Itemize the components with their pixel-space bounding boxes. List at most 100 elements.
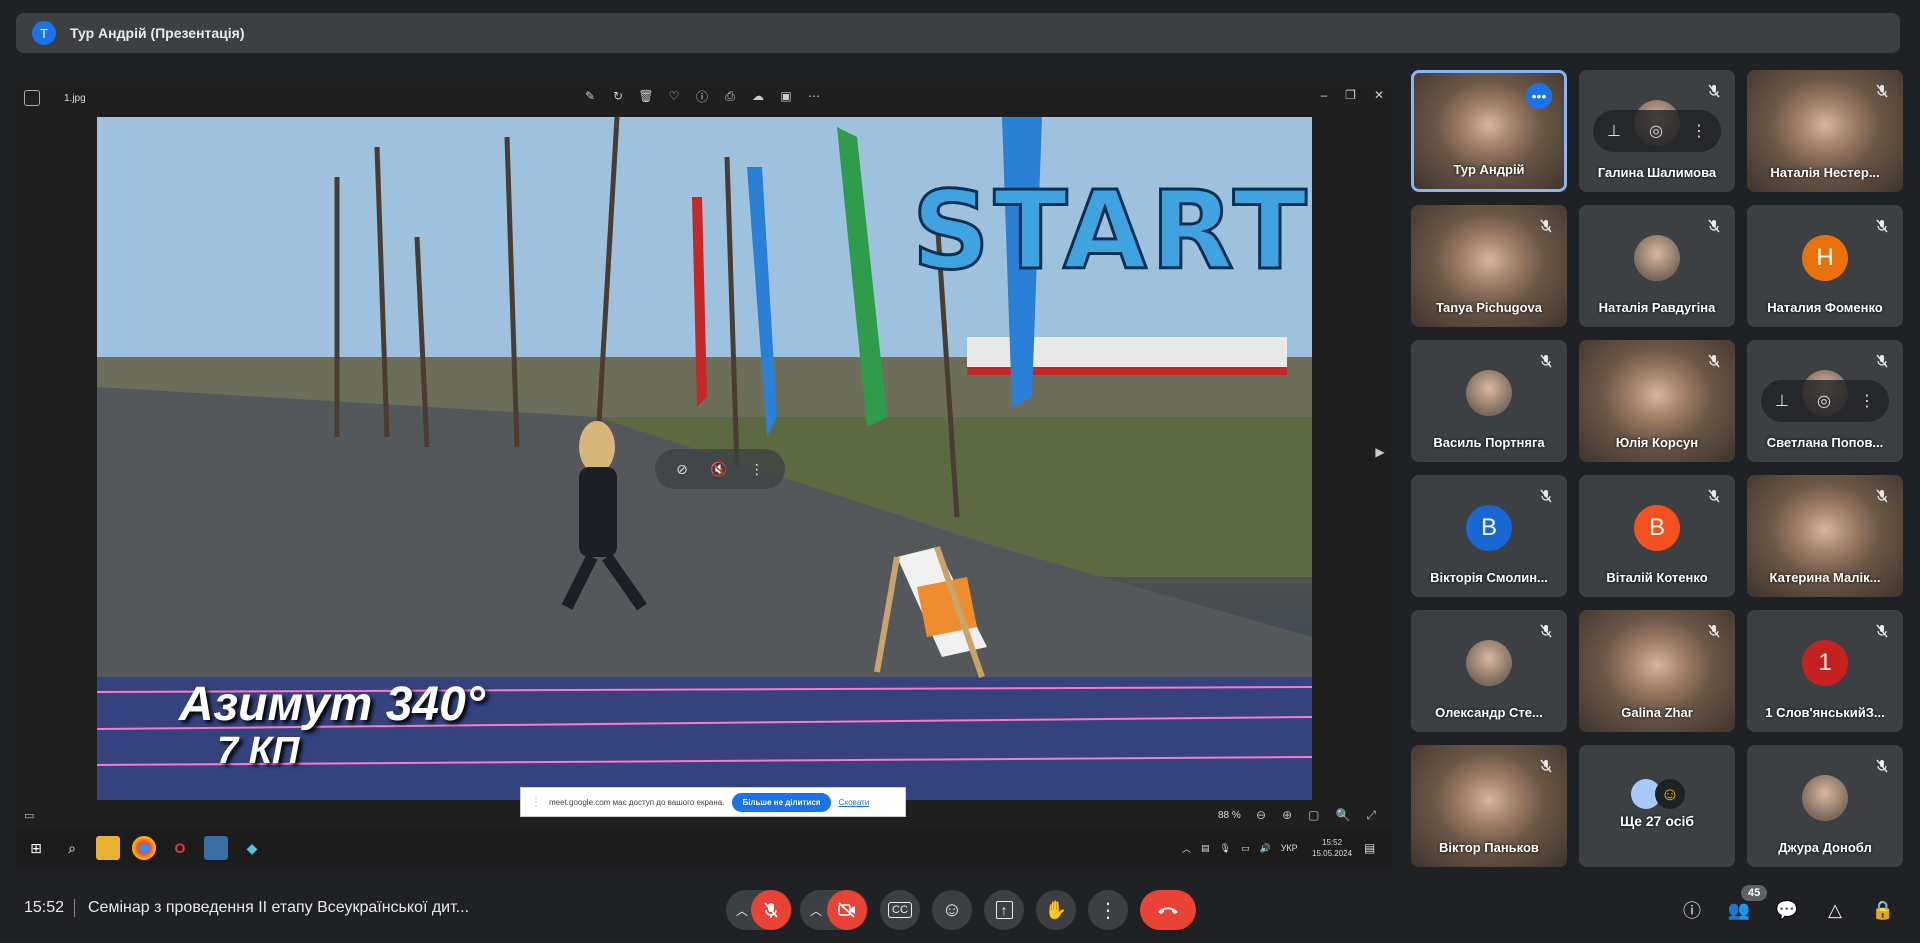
- maximize-icon[interactable]: ❐: [1345, 88, 1356, 102]
- divider: [74, 899, 75, 917]
- minimize-icon[interactable]: –: [1320, 88, 1327, 102]
- participant-tile[interactable]: Galina Zhar: [1579, 610, 1735, 732]
- tile-options-icon[interactable]: •••: [1526, 83, 1552, 109]
- next-image-icon[interactable]: ▶: [1368, 438, 1392, 466]
- notice-grip-icon: ⋮: [531, 796, 541, 808]
- leave-call-button[interactable]: [1140, 890, 1196, 930]
- mute-off-icon[interactable]: 🔇: [710, 461, 727, 478]
- info-icon[interactable]: ⓘ: [694, 88, 710, 104]
- participant-tile[interactable]: В Вікторія Смолин...: [1411, 475, 1567, 597]
- participant-tile[interactable]: Олександр Сте...: [1411, 610, 1567, 732]
- editor-icon[interactable]: ▣: [778, 88, 794, 104]
- more-options-button[interactable]: ⋮: [1088, 890, 1128, 930]
- hide-notice-link[interactable]: Сховати: [839, 798, 870, 807]
- participant-tile[interactable]: Василь Портняга: [1411, 340, 1567, 462]
- filmstrip-icon[interactable]: ▭: [24, 809, 34, 822]
- activities-icon[interactable]: △: [1821, 896, 1849, 924]
- photos-app-icon: [24, 90, 40, 106]
- tray-chevron-icon[interactable]: ︿: [1182, 842, 1191, 855]
- participant-tile[interactable]: ☺ Ще 27 осіб: [1579, 745, 1735, 867]
- app-taskbar-icon[interactable]: ◆: [240, 836, 264, 860]
- edit-icon[interactable]: ✎: [582, 88, 598, 104]
- reactions-button[interactable]: ☺: [932, 890, 972, 930]
- participant-name: 1 Слов'янськийЗ...: [1765, 705, 1885, 720]
- presenter-avatar: T: [32, 21, 56, 45]
- participant-tile[interactable]: ••• Тур Андрій: [1411, 70, 1567, 192]
- fullscreen-icon[interactable]: ⤢: [1366, 808, 1376, 823]
- meeting-control-bar: 15:52 Семінар з проведення ІІ етапу Всеу…: [0, 880, 1920, 943]
- more-vert-icon[interactable]: ⋮: [750, 461, 764, 478]
- muted-mic-icon: [1707, 489, 1721, 503]
- hand-icon: ✋: [1044, 899, 1068, 920]
- participant-tile[interactable]: Юлія Корсун: [1579, 340, 1735, 462]
- rotate-icon[interactable]: ↻: [610, 88, 626, 104]
- opera-icon[interactable]: O: [168, 836, 192, 860]
- camera-button[interactable]: [827, 890, 867, 930]
- chrome-icon[interactable]: [132, 836, 156, 860]
- captions-button[interactable]: CC: [880, 890, 920, 930]
- participant-tile[interactable]: Катерина Малік...: [1747, 475, 1903, 597]
- cloud-icon[interactable]: ☁: [750, 88, 766, 104]
- microphone-button[interactable]: [751, 890, 791, 930]
- tray-volume-icon[interactable]: 🔊: [1259, 843, 1270, 854]
- participant-tile[interactable]: Наталія Нестер...: [1747, 70, 1903, 192]
- raise-hand-button[interactable]: ✋: [1036, 890, 1076, 930]
- windows-start-icon[interactable]: ⊞: [24, 836, 48, 860]
- participant-name: Светлана Попов...: [1766, 435, 1884, 450]
- smile-avatar-icon: ☺: [1655, 779, 1685, 809]
- more-vert-icon[interactable]: ⋮: [1859, 391, 1875, 411]
- host-controls-icon[interactable]: 🔒: [1869, 896, 1897, 924]
- present-screen-icon: ↑: [995, 901, 1013, 919]
- participant-tile[interactable]: В Віталій Котенко: [1579, 475, 1735, 597]
- taskbar-clock[interactable]: 15:52 15.05.2024: [1312, 837, 1352, 859]
- participant-tile[interactable]: ⊥ ◎ ⋮ Галина Шалимова: [1579, 70, 1735, 192]
- notifications-icon[interactable]: ▤: [1364, 841, 1375, 855]
- meeting-info-icon[interactable]: ⓘ: [1678, 896, 1706, 924]
- muted-mic-icon: [1539, 354, 1553, 368]
- tray-app-icon[interactable]: ▤: [1201, 843, 1210, 854]
- photos-taskbar-icon[interactable]: [204, 836, 228, 860]
- present-button[interactable]: ↑: [984, 890, 1024, 930]
- participant-tile[interactable]: Н Наталия Фоменко: [1747, 205, 1903, 327]
- muted-mic-icon: [1875, 219, 1889, 233]
- more-icon[interactable]: ⋯: [806, 88, 822, 104]
- share-notice-message: meet.google.com має доступ до вашого екр…: [549, 797, 725, 807]
- muted-mic-icon: [1539, 489, 1553, 503]
- people-icon[interactable]: 👥: [1725, 896, 1753, 924]
- more-participants-avatars: ☺: [1631, 779, 1685, 809]
- participant-tile[interactable]: Tanya Pichugova: [1411, 205, 1567, 327]
- magnifier-icon[interactable]: 🔍: [1335, 808, 1350, 823]
- participant-tile[interactable]: Джура Донобл: [1747, 745, 1903, 867]
- pin-icon[interactable]: ⊥: [1775, 391, 1789, 411]
- chat-icon[interactable]: 💬: [1773, 896, 1801, 924]
- print-icon[interactable]: ⎙: [722, 88, 738, 104]
- zoom-level: 88 %: [1218, 809, 1241, 821]
- chevron-up-icon: ︿: [736, 903, 749, 918]
- mute-participant-icon[interactable]: ◎: [1817, 391, 1831, 411]
- zoom-out-icon[interactable]: ⊖: [1256, 808, 1266, 823]
- participant-tile[interactable]: Наталія Равдугіна: [1579, 205, 1735, 327]
- fit-icon[interactable]: ▢: [1308, 808, 1319, 823]
- tray-mic-icon[interactable]: 🎙: [1220, 843, 1231, 854]
- pin-icon[interactable]: ⊥: [1607, 121, 1621, 141]
- participant-tile[interactable]: ⊥ ◎ ⋮ Светлана Попов...: [1747, 340, 1903, 462]
- zoom-in-icon[interactable]: ⊕: [1282, 808, 1292, 823]
- taskbar-date: 15.05.2024: [1312, 849, 1353, 858]
- screen-share-notice: ⋮ meet.google.com має доступ до вашого е…: [520, 787, 906, 817]
- chevron-up-icon: ︿: [810, 903, 823, 918]
- stop-sharing-button[interactable]: Більше не ділитися: [732, 792, 831, 812]
- search-icon[interactable]: ⌕: [60, 836, 84, 860]
- mic-off-icon: [764, 902, 778, 918]
- file-explorer-icon[interactable]: [96, 836, 120, 860]
- more-vert-icon[interactable]: ⋮: [1691, 121, 1707, 141]
- tray-network-icon[interactable]: ▭: [1241, 843, 1250, 854]
- close-icon[interactable]: ✕: [1374, 88, 1384, 102]
- participant-tile[interactable]: 1 1 Слов'янськийЗ...: [1747, 610, 1903, 732]
- favorite-icon[interactable]: ♡: [666, 88, 682, 104]
- shared-screen: 1.jpg ✎ ↻ 🗑 ♡ ⓘ ⎙ ☁ ▣ ⋯ – ❐ ✕ START Азим…: [16, 82, 1392, 870]
- delete-icon[interactable]: 🗑: [638, 88, 654, 104]
- pin-off-icon[interactable]: ⊘: [676, 461, 688, 478]
- participant-tile[interactable]: Віктор Паньков: [1411, 745, 1567, 867]
- mute-participant-icon[interactable]: ◎: [1649, 121, 1663, 141]
- language-indicator[interactable]: УКР: [1281, 843, 1298, 853]
